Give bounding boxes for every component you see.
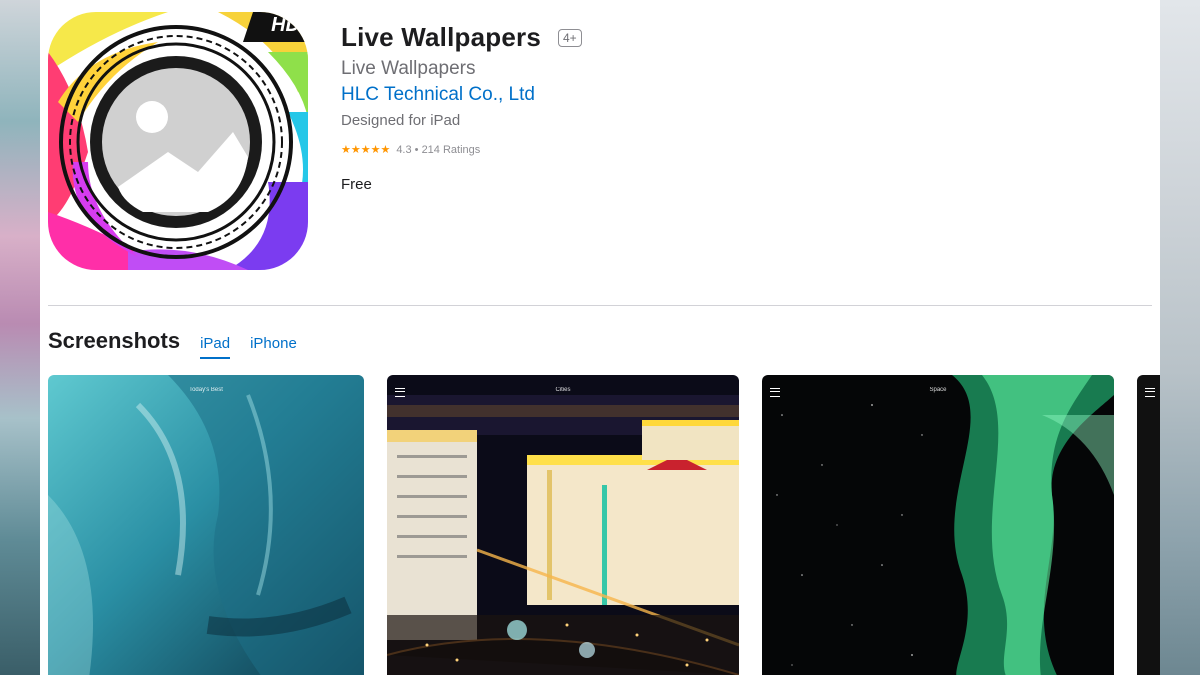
background-blur-right <box>1158 0 1200 675</box>
app-store-page: HD Live Wallpapers 4+ Live Wallpapers HL… <box>40 0 1160 675</box>
hd-badge-label: HD <box>271 14 300 36</box>
tab-ipad[interactable]: iPad <box>200 335 231 359</box>
screenshots-header: Screenshots iPad iPhone <box>48 328 297 359</box>
background-blur-left <box>0 0 42 675</box>
screenshot-4[interactable] <box>1137 375 1160 675</box>
screenshot-label: Cities <box>555 387 571 393</box>
app-title: Live Wallpapers <box>341 22 541 52</box>
rating-row: ★★★★★ 4.3 • 214 Ratings <box>341 143 582 157</box>
rating-text: 4.3 • 214 Ratings <box>396 143 481 156</box>
designed-for-label: Designed for iPad <box>341 112 461 129</box>
app-subtitle: Live Wallpapers <box>341 58 476 79</box>
age-rating-badge: 4+ <box>558 28 582 47</box>
developer-link[interactable]: HLC Technical Co., Ltd <box>341 84 582 106</box>
tab-iphone[interactable]: iPhone <box>250 335 297 357</box>
screenshot-label: Space <box>929 387 947 393</box>
screenshots-title: Screenshots <box>48 328 181 353</box>
screenshot-label: Today's Best <box>189 387 223 393</box>
screenshot-city-image <box>387 375 739 675</box>
section-divider <box>48 305 1152 306</box>
star-rating-icon: ★★★★★ <box>341 144 391 156</box>
screenshot-3[interactable]: Space <box>762 375 1114 675</box>
screenshot-1[interactable]: Today's Best <box>48 375 364 675</box>
screenshot-water-image <box>48 375 364 675</box>
price-label: Free <box>341 176 372 193</box>
app-icon-artwork <box>48 12 308 270</box>
screenshot-2[interactable]: Cities <box>387 375 739 675</box>
app-icon: HD <box>48 12 308 270</box>
app-info: Live Wallpapers 4+ Live Wallpapers HLC T… <box>341 22 582 193</box>
menu-icon <box>1145 388 1155 397</box>
title-row: Live Wallpapers 4+ <box>341 22 582 53</box>
screenshot-space-image <box>762 375 1114 675</box>
